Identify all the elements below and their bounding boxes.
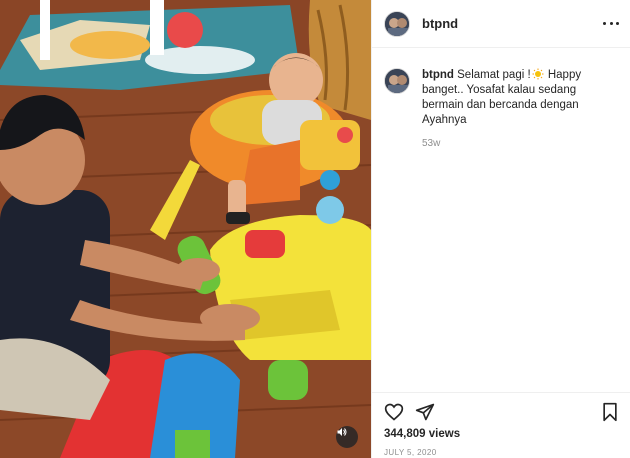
post-video[interactable] bbox=[0, 0, 371, 458]
comment-time[interactable]: 53w bbox=[422, 138, 619, 149]
comment-body: btpnd Selamat pagi ! Happy banget.. Yosa… bbox=[422, 68, 619, 149]
dot bbox=[616, 21, 619, 25]
caption-part1: Selamat pagi ! bbox=[457, 69, 531, 81]
post-panel: btpnd btpnd Selamat pagi ! Happy banget.… bbox=[371, 0, 630, 458]
view-count[interactable]: 344,809 views bbox=[384, 428, 460, 440]
dot bbox=[603, 21, 606, 25]
caption-text: btpnd Selamat pagi ! Happy banget.. Yosa… bbox=[422, 68, 619, 128]
speaker-icon bbox=[337, 428, 347, 436]
sun-emoji-icon bbox=[532, 68, 544, 80]
like-heart-icon[interactable] bbox=[384, 402, 404, 422]
post-date: JULY 5, 2020 bbox=[384, 448, 437, 457]
more-options-icon[interactable] bbox=[603, 15, 619, 31]
avatar-image bbox=[385, 11, 409, 36]
action-bar bbox=[372, 392, 630, 428]
mute-button[interactable] bbox=[336, 426, 358, 448]
video-frame-illustration bbox=[0, 0, 371, 458]
save-bookmark-icon[interactable] bbox=[601, 402, 619, 422]
avatar[interactable] bbox=[384, 68, 410, 94]
caption-comment: btpnd Selamat pagi ! Happy banget.. Yosa… bbox=[384, 68, 619, 149]
avatar-image bbox=[385, 69, 409, 93]
header-username[interactable]: btpnd bbox=[422, 16, 458, 31]
caption-username[interactable]: btpnd bbox=[422, 69, 454, 81]
post-header: btpnd bbox=[372, 0, 630, 48]
dot bbox=[609, 21, 613, 25]
avatar[interactable] bbox=[384, 10, 410, 37]
share-paper-plane-icon[interactable] bbox=[415, 402, 435, 422]
